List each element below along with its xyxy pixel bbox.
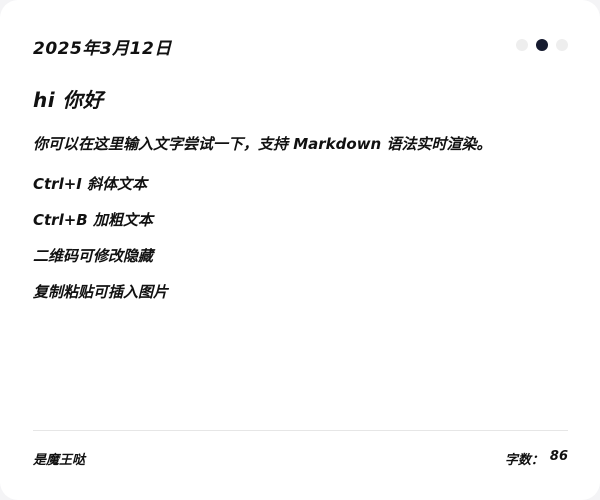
editor-paragraph-intro: 你可以在这里输入文字尝试一下，支持 Markdown 语法实时渲染。 (33, 135, 492, 153)
footer-divider (33, 430, 568, 431)
editor-paragraph-qrcode-tip: 二维码可修改隐藏 (33, 247, 154, 265)
author-name: 是魔王哒 (33, 453, 86, 468)
editor-paragraph-italic-tip: Ctrl+I 斜体文本 (33, 175, 148, 193)
word-count-label: 字数： (504, 453, 544, 468)
editor-paragraph-image-tip: 复制粘贴可插入图片 (33, 283, 169, 301)
editor-paragraph-bold-tip: Ctrl+B 加粗文本 (33, 211, 153, 229)
date-label: 2025年3月12日 (33, 39, 172, 59)
word-count-value: 86 (549, 449, 568, 464)
theme-dot-dark[interactable] (536, 39, 548, 51)
theme-dot-light-2[interactable] (556, 39, 568, 51)
markdown-editor[interactable]: hi 你好 你可以在这里输入文字尝试一下，支持 Markdown 语法实时渲染。… (33, 86, 568, 406)
word-count: 字数： 86 (505, 449, 568, 468)
theme-dot-light-1[interactable] (516, 39, 528, 51)
theme-switcher (516, 39, 568, 51)
note-card: 2025年3月12日 hi 你好 你可以在这里输入文字尝试一下，支持 Markd… (0, 0, 600, 500)
editor-heading: hi 你好 (33, 88, 104, 112)
